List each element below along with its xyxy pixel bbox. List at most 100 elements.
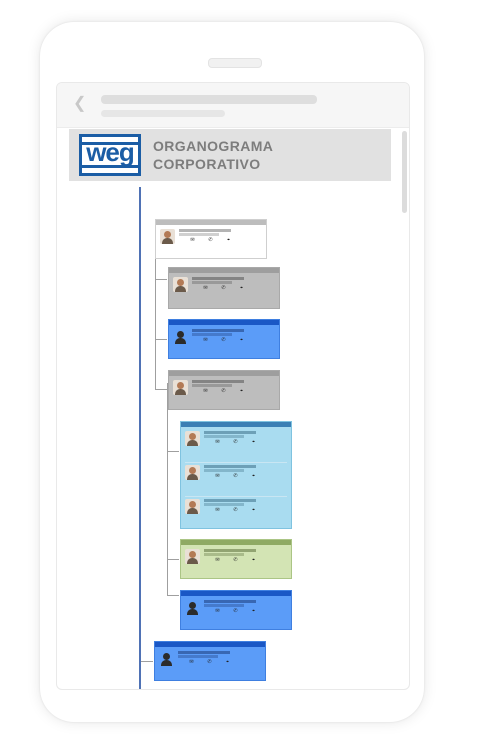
phone-icon[interactable]: ✆ (233, 609, 238, 614)
employee-photo (173, 277, 188, 292)
location-icon[interactable]: ⌖ (251, 440, 256, 445)
link-h-7 (141, 661, 153, 662)
location-icon[interactable]: ⌖ (225, 660, 230, 665)
employee-name (204, 499, 256, 502)
link-h-5 (167, 559, 179, 560)
phone-icon[interactable]: ✆ (208, 238, 213, 243)
employee-role (204, 435, 244, 438)
employee-role (204, 604, 244, 607)
location-icon[interactable]: ⌖ (239, 389, 244, 394)
employee-photo (185, 465, 200, 480)
location-icon[interactable]: ⌖ (251, 508, 256, 513)
page-title: ORGANOGRAMA CORPORATIVO (153, 137, 353, 173)
card-header-bar (169, 268, 279, 273)
phone-icon[interactable]: ✆ (221, 389, 226, 394)
phone-icon[interactable]: ✆ (207, 660, 212, 665)
phone-icon[interactable]: ✆ (233, 508, 238, 513)
employee-photo (159, 651, 174, 666)
employee-name (192, 380, 244, 383)
card-header-bar (181, 591, 291, 596)
card-header-bar (181, 422, 291, 427)
app-screen: ❮ weg ORGANOGRAMA CORPORATIVO ✉ ✆ ⌖ ✉ ✆ ⌖ ✉ ✆ ⌖ ✉… (56, 82, 410, 690)
employee-name (179, 229, 231, 232)
photo-head (189, 501, 196, 508)
photo-body (175, 389, 186, 395)
photo-body (175, 286, 186, 292)
card-header-bar (155, 642, 265, 647)
location-icon[interactable]: ⌖ (251, 609, 256, 614)
employee-role (204, 503, 244, 506)
employee-photo (185, 431, 200, 446)
tree-trunk-line (139, 187, 141, 689)
org-card-manager[interactable]: ✉ ✆ ⌖ (180, 539, 292, 579)
link-h-3 (155, 389, 167, 390)
org-card-vacant-3[interactable]: ✉ ✆ ⌖ (154, 641, 266, 681)
chevron-left-icon[interactable]: ❮ (73, 95, 89, 113)
email-icon[interactable]: ✉ (189, 660, 194, 665)
branch-line-3 (167, 383, 168, 595)
email-icon[interactable]: ✉ (215, 558, 220, 563)
photo-head (164, 231, 171, 238)
email-icon[interactable]: ✉ (215, 609, 220, 614)
scrollbar[interactable] (402, 131, 407, 213)
email-icon[interactable]: ✉ (203, 286, 208, 291)
org-card-vacant-1[interactable]: ✉ ✆ ⌖ (168, 319, 280, 359)
email-icon[interactable]: ✉ (203, 389, 208, 394)
card-header-bar (156, 220, 266, 225)
employee-name (192, 277, 244, 280)
org-card-team-group[interactable]: ✉ ✆ ⌖ ✉ ✆ ⌖ ✉ ✆ ⌖ (180, 421, 292, 529)
location-icon[interactable]: ⌖ (226, 238, 231, 243)
photo-body (161, 660, 172, 666)
person-separator (185, 496, 287, 497)
link-h-2 (155, 339, 167, 340)
photo-head (163, 653, 170, 660)
page-title-line-2: CORPORATIVO (153, 156, 261, 172)
top-bar: ❮ (57, 83, 409, 128)
employee-photo (185, 499, 200, 514)
photo-body (187, 440, 198, 446)
phone-icon[interactable]: ✆ (221, 286, 226, 291)
person-separator (185, 462, 287, 463)
employee-photo (173, 380, 188, 395)
card-header-bar (181, 540, 291, 545)
subtitle-placeholder (101, 110, 225, 117)
phone-icon[interactable]: ✆ (233, 558, 238, 563)
location-icon[interactable]: ⌖ (239, 338, 244, 343)
photo-head (189, 433, 196, 440)
employee-name (192, 329, 244, 332)
employee-role (204, 553, 244, 556)
phone-icon[interactable]: ✆ (233, 440, 238, 445)
card-header-bar (169, 320, 279, 325)
location-icon[interactable]: ⌖ (251, 474, 256, 479)
phone-speaker (208, 58, 262, 68)
employee-photo (160, 229, 175, 244)
email-icon[interactable]: ✉ (215, 440, 220, 445)
employee-photo (185, 600, 200, 615)
employee-photo (173, 329, 188, 344)
photo-head (189, 551, 196, 558)
org-card-vacant-2[interactable]: ✉ ✆ ⌖ (180, 590, 292, 630)
email-icon[interactable]: ✉ (190, 238, 195, 243)
location-icon[interactable]: ⌖ (251, 558, 256, 563)
logo-text: weg (86, 137, 135, 167)
org-card-root[interactable]: ✉ ✆ ⌖ (155, 219, 267, 259)
employee-photo (185, 549, 200, 564)
photo-head (189, 602, 196, 609)
photo-body (175, 338, 186, 344)
title-placeholder (101, 95, 317, 104)
email-icon[interactable]: ✉ (215, 508, 220, 513)
employee-name (204, 431, 256, 434)
org-card-director-2[interactable]: ✉ ✆ ⌖ (168, 370, 280, 410)
email-icon[interactable]: ✉ (215, 474, 220, 479)
employee-name (204, 549, 256, 552)
org-card-director-1[interactable]: ✉ ✆ ⌖ (168, 267, 280, 309)
phone-icon[interactable]: ✆ (221, 338, 226, 343)
card-header-bar (169, 371, 279, 376)
link-h-1 (155, 279, 167, 280)
employee-role (192, 281, 232, 284)
weg-logo: weg (79, 134, 141, 176)
employee-name (204, 600, 256, 603)
email-icon[interactable]: ✉ (203, 338, 208, 343)
location-icon[interactable]: ⌖ (239, 286, 244, 291)
phone-icon[interactable]: ✆ (233, 474, 238, 479)
